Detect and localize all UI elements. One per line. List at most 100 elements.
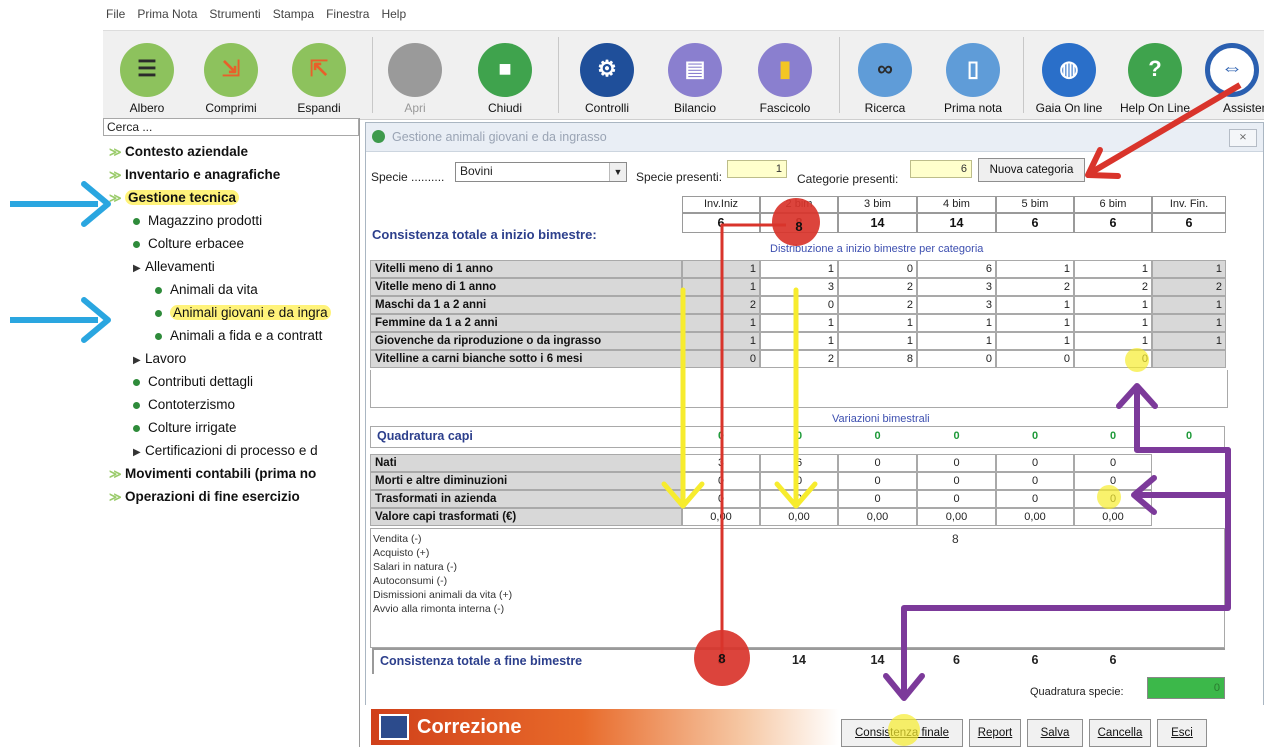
help-online-button[interactable]: ? Help On Line: [1113, 31, 1197, 119]
search-input[interactable]: Cerca ...: [103, 118, 359, 136]
controlli-button[interactable]: ⚙ Controlli: [561, 31, 653, 119]
tree-item-operazioni[interactable]: ≫ Operazioni di fine esercizio: [109, 489, 300, 504]
tree-item-gestione-tecnica[interactable]: ≫ Gestione tecnica: [109, 190, 240, 205]
esci-button[interactable]: Esci: [1157, 719, 1207, 747]
variazione-cell[interactable]: 0: [996, 472, 1074, 490]
category-cell[interactable]: 1: [838, 314, 917, 332]
category-cell[interactable]: 1: [1152, 314, 1226, 332]
variazione-cell[interactable]: 0: [682, 472, 760, 490]
tree-item-movimenti[interactable]: ≫ Movimenti contabili (prima no: [109, 466, 316, 481]
menu-prima-nota[interactable]: Prima Nota: [131, 7, 203, 21]
category-cell[interactable]: 1: [760, 260, 838, 278]
variazione-cell[interactable]: 0,00: [838, 508, 917, 526]
category-cell[interactable]: 3: [760, 278, 838, 296]
category-cell[interactable]: 2: [996, 278, 1074, 296]
variazione-cell[interactable]: 0: [1074, 490, 1152, 508]
category-cell[interactable]: 0: [760, 296, 838, 314]
menu-file[interactable]: File: [100, 7, 131, 21]
category-cell[interactable]: [1152, 350, 1226, 368]
category-cell[interactable]: 1: [682, 260, 760, 278]
variazione-cell[interactable]: 6: [760, 454, 838, 472]
tree-item-certificazioni[interactable]: ▶ Certificazioni di processo e d: [133, 443, 318, 458]
tree-item-colture-erbacee[interactable]: Colture erbacee: [133, 236, 244, 251]
category-cell[interactable]: 1: [838, 332, 917, 350]
ricerca-button[interactable]: ∞ Ricerca: [845, 31, 925, 119]
tree-item-contesto[interactable]: ≫ Contesto aziendale: [109, 144, 248, 159]
category-cell[interactable]: 1: [1074, 296, 1152, 314]
category-cell[interactable]: 2: [1074, 278, 1152, 296]
espandi-button[interactable]: ⇱ Espandi: [279, 31, 359, 119]
category-cell[interactable]: 2: [838, 278, 917, 296]
category-cell[interactable]: 0: [838, 260, 917, 278]
tree-item-animali-fida[interactable]: Animali a fida e a contratt: [155, 328, 322, 343]
category-cell[interactable]: 0: [1074, 350, 1152, 368]
variazione-cell[interactable]: 0: [838, 454, 917, 472]
albero-button[interactable]: ☰ Albero: [105, 31, 189, 119]
category-cell[interactable]: 2: [682, 296, 760, 314]
variazione-cell[interactable]: 0: [996, 490, 1074, 508]
tree-item-allevamenti[interactable]: ▶ Allevamenti: [133, 259, 215, 274]
category-cell[interactable]: 1: [1074, 332, 1152, 350]
category-cell[interactable]: 1: [682, 278, 760, 296]
fascicolo-button[interactable]: ▮ Fascicolo: [743, 31, 827, 119]
tree-item-contoterzismo[interactable]: Contoterzismo: [133, 397, 235, 412]
variazione-cell[interactable]: 0: [1074, 454, 1152, 472]
comprimi-button[interactable]: ⇲ Comprimi: [191, 31, 271, 119]
variazione-cell[interactable]: 0,00: [996, 508, 1074, 526]
category-cell[interactable]: 3: [917, 278, 996, 296]
nuova-categoria-button[interactable]: Nuova categoria: [978, 158, 1085, 182]
category-cell[interactable]: 1: [917, 314, 996, 332]
bilancio-button[interactable]: ▤ Bilancio: [655, 31, 735, 119]
category-cell[interactable]: 2: [760, 350, 838, 368]
menu-strumenti[interactable]: Strumenti: [203, 7, 266, 21]
category-cell[interactable]: 8: [838, 350, 917, 368]
chiudi-button[interactable]: ■ Chiudi: [465, 31, 545, 119]
variazione-cell[interactable]: 0: [760, 490, 838, 508]
category-cell[interactable]: 1: [760, 332, 838, 350]
tree-item-animali-vita[interactable]: Animali da vita: [155, 282, 258, 297]
assistenza-button[interactable]: ⇔ Assistenza: [1199, 31, 1264, 119]
category-cell[interactable]: 1: [1152, 296, 1226, 314]
variazione-cell[interactable]: 0,00: [1074, 508, 1152, 526]
category-cell[interactable]: 1: [1074, 314, 1152, 332]
salva-button[interactable]: Salva: [1027, 719, 1083, 747]
movimento-value[interactable]: 8: [952, 532, 959, 546]
menu-help[interactable]: Help: [375, 7, 412, 21]
category-cell[interactable]: 2: [838, 296, 917, 314]
cancella-button[interactable]: Cancella: [1089, 719, 1151, 747]
category-cell[interactable]: 1: [1074, 260, 1152, 278]
category-cell[interactable]: 1: [760, 314, 838, 332]
menu-stampa[interactable]: Stampa: [267, 7, 320, 21]
tree-item-animali-giovani[interactable]: Animali giovani e da ingra: [155, 305, 331, 320]
variazione-cell[interactable]: 3: [682, 454, 760, 472]
tree-item-inventario[interactable]: ≫ Inventario e anagrafiche: [109, 167, 280, 182]
variazione-cell[interactable]: 0: [917, 490, 996, 508]
category-cell[interactable]: 1: [996, 296, 1074, 314]
variazione-cell[interactable]: 0,00: [917, 508, 996, 526]
category-cell[interactable]: 0: [917, 350, 996, 368]
variazione-cell[interactable]: 0: [1074, 472, 1152, 490]
category-cell[interactable]: 1: [917, 332, 996, 350]
category-cell[interactable]: 0: [996, 350, 1074, 368]
variazione-cell[interactable]: 0: [760, 472, 838, 490]
category-cell[interactable]: 1: [996, 332, 1074, 350]
tree-item-lavoro[interactable]: ▶ Lavoro: [133, 351, 186, 366]
category-cell[interactable]: 2: [1152, 278, 1226, 296]
variazione-cell[interactable]: 0: [838, 472, 917, 490]
consistenza-finale-button[interactable]: Consistenza finale: [841, 719, 963, 747]
gaia-online-button[interactable]: ◍ Gaia On line: [1025, 31, 1113, 119]
report-button[interactable]: Report: [969, 719, 1021, 747]
tree-item-colture-irrigate[interactable]: Colture irrigate: [133, 420, 237, 435]
variazione-cell[interactable]: 0: [917, 454, 996, 472]
category-cell[interactable]: 1: [996, 314, 1074, 332]
category-cell[interactable]: 6: [917, 260, 996, 278]
category-cell[interactable]: 1: [996, 260, 1074, 278]
specie-select[interactable]: Bovini ▼: [455, 162, 627, 182]
variazione-cell[interactable]: 0: [838, 490, 917, 508]
category-cell[interactable]: 1: [1152, 332, 1226, 350]
variazione-cell[interactable]: 0: [682, 490, 760, 508]
apri-button[interactable]: Apri: [375, 31, 455, 119]
variazione-cell[interactable]: 0: [996, 454, 1074, 472]
variazione-cell[interactable]: 0: [917, 472, 996, 490]
prima-nota-button[interactable]: ▯ Prima nota: [931, 31, 1015, 119]
